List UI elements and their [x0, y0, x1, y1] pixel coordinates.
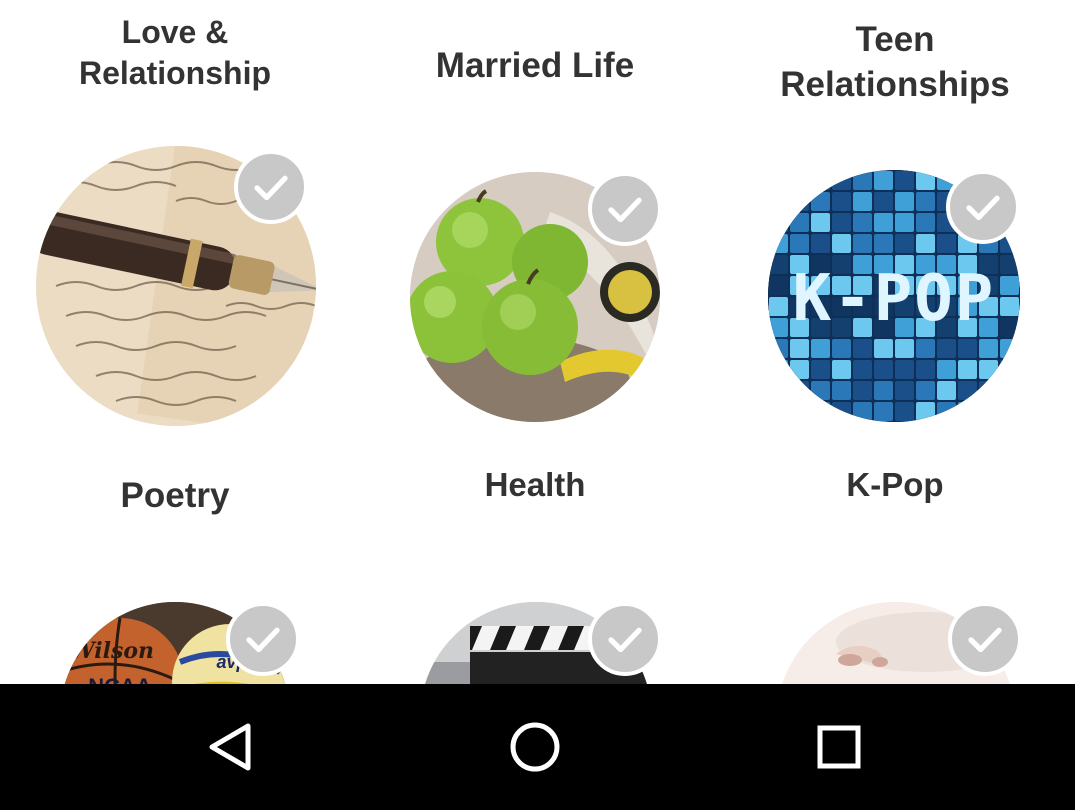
back-icon — [209, 723, 251, 771]
category-picker-screen: Love & Relationship Married Life Teen Re… — [0, 0, 1075, 810]
category-label-teen-relationships: Teen Relationships — [750, 18, 1040, 108]
category-label-married-life: Married Life — [400, 44, 670, 89]
sports-check-icon[interactable] — [226, 602, 300, 676]
movies-check-icon[interactable] — [588, 602, 662, 676]
recents-button[interactable] — [806, 714, 872, 780]
category-label-poetry: Poetry — [120, 476, 230, 515]
category-label-line: Married Life — [435, 46, 635, 85]
health-check-icon[interactable] — [588, 172, 662, 246]
poetry-check-icon[interactable] — [234, 150, 308, 224]
kpop-check-icon[interactable] — [946, 170, 1020, 244]
category-label-line: Relationships — [780, 64, 1010, 104]
back-button[interactable] — [198, 714, 264, 780]
category-label-line: Love & — [121, 14, 229, 50]
sports-wilson-text: Wilson — [70, 638, 154, 664]
recents-icon — [817, 725, 861, 769]
category-label-line: Relationship — [78, 54, 271, 91]
category-label-health: Health — [484, 466, 586, 503]
home-button[interactable] — [502, 714, 568, 780]
beauty-check-icon[interactable] — [948, 602, 1022, 676]
category-label-kpop: K-Pop — [846, 466, 944, 503]
kpop-image-text: K-POP — [793, 262, 996, 336]
category-label-love-relationship: Love & Relationship — [60, 12, 290, 94]
system-navigation-bar — [0, 684, 1075, 810]
category-label-line: Teen — [855, 20, 935, 59]
home-icon — [510, 722, 560, 772]
